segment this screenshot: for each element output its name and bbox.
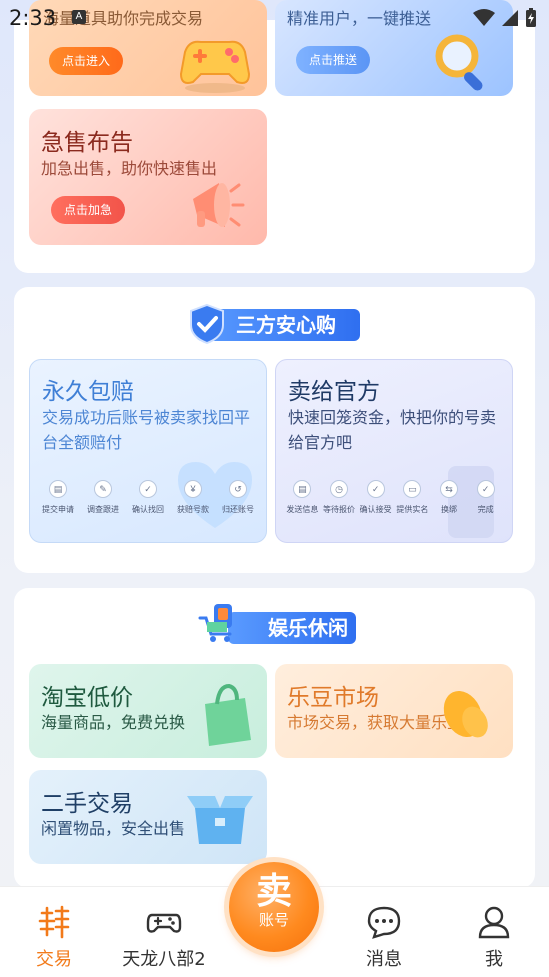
- tab-messages-label: 消息: [366, 949, 402, 970]
- magnifier-icon: [435, 34, 483, 91]
- gamepad-icon: [146, 913, 182, 933]
- ledou-tile[interactable]: 乐豆市场 市场交易，获取大量乐豆: [275, 664, 513, 758]
- step-label: 归还账号: [222, 505, 254, 514]
- status-icons: [473, 8, 537, 28]
- sell-official-steps: ▤ 发送信息 ◷ 等待报价 ✓ 确认接受 ▭ 提供实名 ⇆ 换绑 ✓ 完成: [284, 480, 504, 524]
- edit-icon: ✎: [94, 480, 112, 498]
- megaphone-icon: [193, 183, 245, 227]
- step-label: 获赔号款: [177, 505, 209, 514]
- guarantee-subtitle: 交易成功后账号被卖家找回平台全额赔付: [42, 408, 251, 452]
- return-icon: ↺: [229, 480, 247, 498]
- coin-icon: ¥: [184, 480, 202, 498]
- urgent-sale-tile[interactable]: 急售布告 加急出售，助你快速售出 点击加急: [29, 109, 267, 245]
- status-bar: 2:33 A: [0, 0, 549, 36]
- tools-card: 海量道具助你完成交易 点击进入 精准用户，一键推送 点击推送 急售布告 加急出售…: [14, 0, 535, 273]
- step-label: 等待报价: [323, 505, 355, 514]
- secondhand-title: 二手交易: [41, 791, 133, 817]
- step-label: 调查跟进: [87, 505, 119, 514]
- message-icon: [367, 906, 401, 939]
- battery-icon: [526, 8, 536, 27]
- step-item: ✓ 确认接受: [357, 480, 394, 524]
- step-item: ⇆ 换绑: [431, 480, 468, 524]
- entertainment-card: 娱乐休闲 淘宝低价 海量商品，免费兑换 乐豆市场 市场交易，获取大量乐豆 二手交…: [14, 588, 535, 888]
- check-icon: ✓: [139, 480, 157, 498]
- tab-game[interactable]: 天龙八部2: [114, 905, 214, 971]
- guarantee-title: 永久包赔: [42, 379, 134, 405]
- safe-purchase-card: 三方安心购 永久包赔 交易成功后账号被卖家找回平台全额赔付 ▤ 提交申请 ✎ 调查跟…: [14, 287, 535, 573]
- sell-official-title: 卖给官方: [288, 379, 380, 405]
- tab-me[interactable]: 我: [444, 905, 544, 971]
- step-item: ▤ 发送信息: [284, 480, 321, 524]
- trade-icon: [38, 905, 70, 939]
- tab-game-label: 天龙八部2: [122, 949, 206, 970]
- entertainment-header: 娱乐休闲: [198, 604, 356, 644]
- clock-icon: ◷: [330, 480, 348, 498]
- clipboard-check-icon: ✓: [476, 480, 495, 498]
- user-icon: [478, 906, 510, 939]
- document-icon: ▤: [293, 480, 312, 498]
- secondhand-subtitle: 闲置物品，安全出售: [41, 819, 186, 838]
- status-time: 2:33: [9, 6, 57, 30]
- sell-button-small-text: 账号: [258, 911, 289, 929]
- taobao-title: 淘宝低价: [41, 685, 133, 711]
- entertainment-header-text: 娱乐休闲: [268, 616, 348, 640]
- step-label: 确认接受: [359, 505, 392, 514]
- guarantee-steps: ▤ 提交申请 ✎ 调查跟进 ✓ 确认找回 ¥ 获赔号款 ↺ 归还账号: [38, 480, 258, 524]
- step-label: 发送信息: [286, 505, 319, 514]
- ledou-title: 乐豆市场: [287, 685, 379, 711]
- step-label: 确认找回: [132, 505, 164, 514]
- notification-a-icon: A: [72, 10, 86, 24]
- push-button[interactable]: 点击推送: [296, 46, 370, 74]
- step-item: ¥ 获赔号款: [173, 480, 213, 524]
- step-label: 提交申请: [42, 505, 74, 514]
- urgent-sale-title: 急售布告: [41, 130, 133, 156]
- shopping-bag-icon: [205, 683, 251, 746]
- step-item: ▤ 提交申请: [38, 480, 78, 524]
- urgent-button[interactable]: 点击加急: [51, 196, 125, 224]
- tab-trade-label: 交易: [36, 949, 72, 970]
- bean-icon: [443, 690, 488, 738]
- safe-purchase-header-text: 三方安心购: [236, 313, 336, 337]
- step-item: ◷ 等待报价: [321, 480, 358, 524]
- swap-icon: ⇆: [440, 480, 459, 498]
- step-label: 提供实名: [396, 505, 429, 514]
- sell-official-subtitle: 快速回笼资金，快把你的号卖给官方吧: [288, 408, 497, 452]
- document-icon: ▤: [49, 480, 67, 498]
- step-item: ▭ 提供实名: [394, 480, 431, 524]
- signal-icon: [502, 10, 518, 26]
- sell-official-tile[interactable]: 卖给官方 快速回笼资金，快把你的号卖给官方吧 ▤ 发送信息 ◷ 等待报价 ✓ 确认接受…: [275, 359, 513, 543]
- step-label: 完成: [477, 505, 494, 514]
- step-item: ↺ 归还账号: [218, 480, 258, 524]
- tab-trade[interactable]: 交易: [4, 905, 104, 971]
- tab-messages[interactable]: 消息: [334, 905, 434, 971]
- shopping-cart-icon: [198, 604, 232, 642]
- tab-me-label: 我: [485, 949, 503, 970]
- id-card-icon: ▭: [403, 480, 422, 498]
- check-icon: ✓: [366, 480, 385, 498]
- wifi-icon: [473, 9, 495, 26]
- guarantee-tile[interactable]: 永久包赔 交易成功后账号被卖家找回平台全额赔付 ▤ 提交申请 ✎ 调查跟进 ✓ 确认找…: [29, 359, 267, 543]
- sell-button-big-text: 卖: [255, 870, 292, 912]
- enter-button[interactable]: 点击进入: [49, 47, 123, 75]
- step-item: ✎ 调查跟进: [83, 480, 123, 524]
- step-label: 换绑: [441, 505, 458, 514]
- safe-purchase-header: 三方安心购: [190, 303, 360, 345]
- box-icon: [187, 796, 253, 844]
- secondhand-tile[interactable]: 二手交易 闲置物品，安全出售: [29, 770, 267, 864]
- step-item: ✓ 确认找回: [128, 480, 168, 524]
- sell-account-button[interactable]: 卖 账号: [229, 862, 319, 952]
- step-item: ✓ 完成: [467, 480, 504, 524]
- taobao-subtitle: 海量商品，免费兑换: [41, 713, 186, 732]
- gamepad-icon: [179, 40, 251, 93]
- taobao-tile[interactable]: 淘宝低价 海量商品，免费兑换: [29, 664, 267, 758]
- shield-check-icon: [190, 303, 224, 345]
